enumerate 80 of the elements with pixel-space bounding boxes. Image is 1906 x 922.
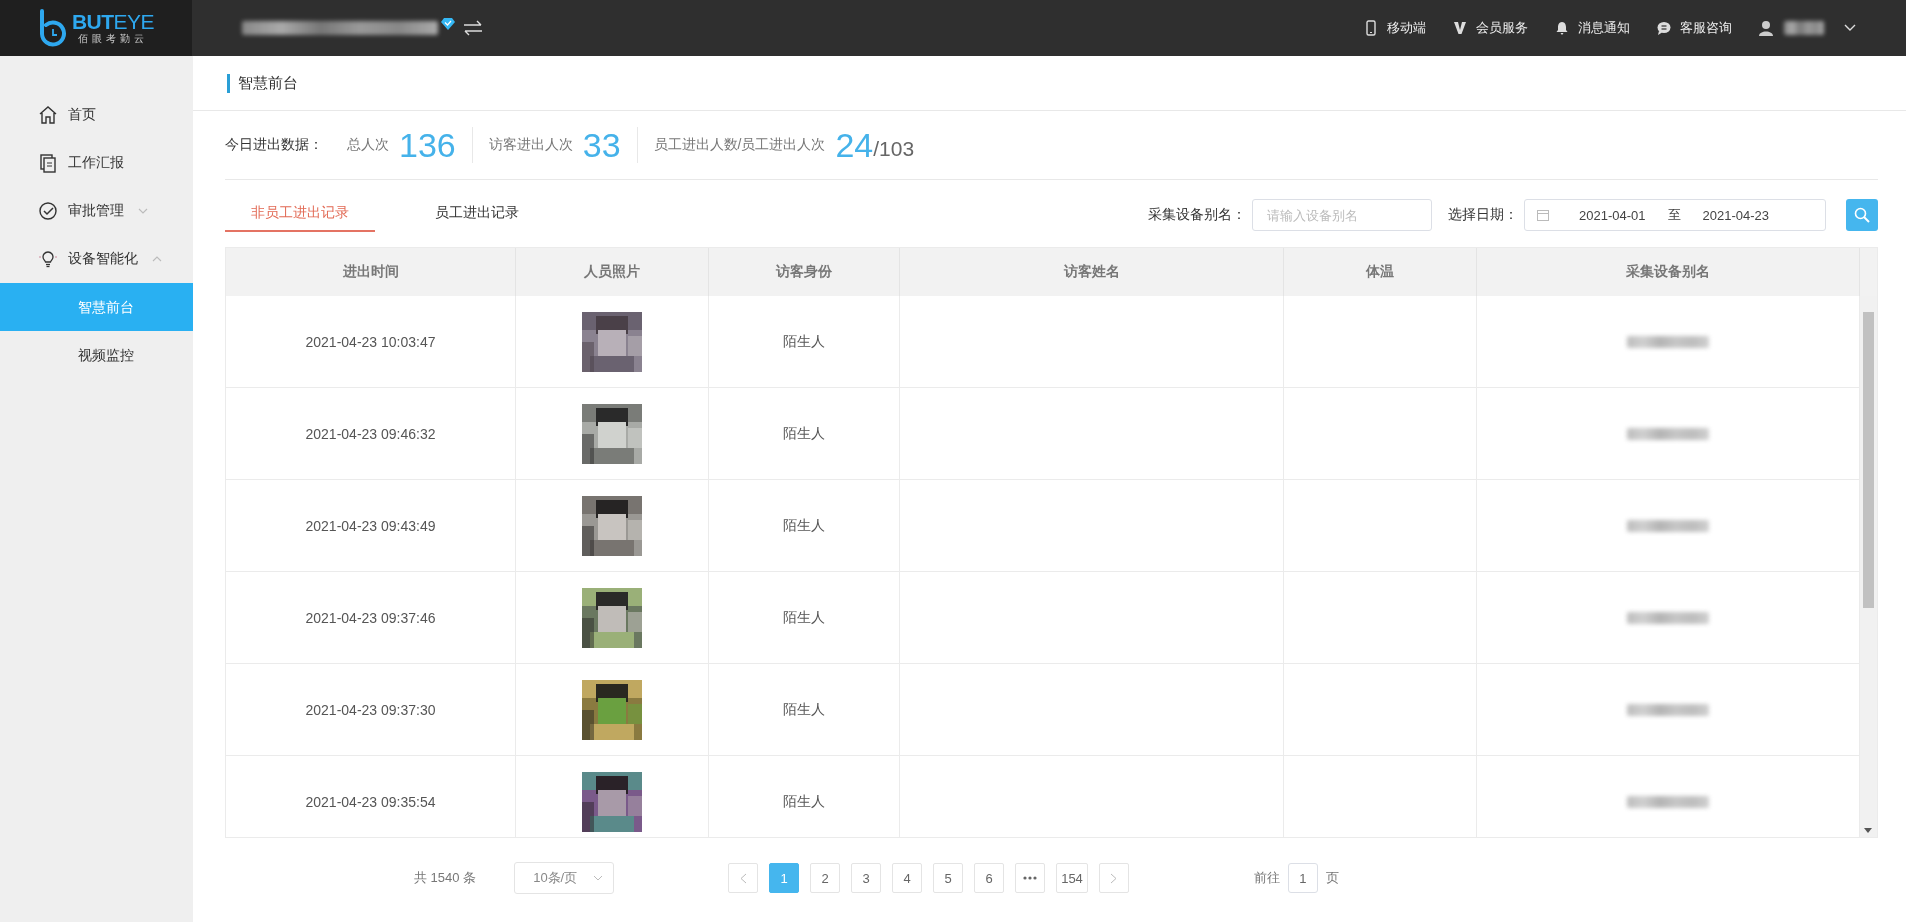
logo-icon: [37, 9, 68, 47]
table-cell: 2021-04-23 09:43:49: [226, 480, 516, 571]
table-cell: 2021-04-23 10:03:47: [226, 296, 516, 387]
page-button[interactable]: 2: [810, 863, 841, 893]
table-cell: 2021-04-23 09:37:46: [226, 572, 516, 663]
sidebar-item[interactable]: 工作汇报: [0, 139, 193, 187]
column-header: 访客姓名: [900, 248, 1284, 296]
logo-tagline: 佰眼考勤云: [78, 33, 148, 45]
stat-label: 总人次: [347, 136, 389, 154]
document-icon: [38, 153, 58, 173]
stats-label: 今日进出数据：: [225, 136, 323, 154]
chat-bubble-icon: [1656, 20, 1672, 36]
page-number-field[interactable]: 1: [1287, 863, 1318, 893]
stat-label: 员工进出人数/员工进出人次: [653, 136, 826, 154]
sidebar-item[interactable]: 首页: [0, 91, 193, 139]
check-circle-icon: [38, 201, 58, 221]
table-cell: 陌生人: [709, 664, 900, 755]
column-header: 体温: [1284, 248, 1477, 296]
phone-icon: [1363, 20, 1379, 36]
sidebar-item[interactable]: 审批管理: [0, 187, 193, 235]
nav-link[interactable]: 移动端: [1363, 19, 1426, 37]
bell-icon: [1554, 20, 1570, 36]
table-cell: 陌生人: [709, 756, 900, 837]
nav-link[interactable]: 消息通知: [1554, 19, 1630, 37]
search-icon: [1854, 207, 1870, 223]
sidebar-item[interactable]: 设备智能化: [0, 235, 193, 283]
date-range-field[interactable]: 2021-04-01 至 2021-04-23: [1524, 199, 1826, 231]
device-alias-label: 采集设备别名：: [1148, 206, 1246, 224]
column-header: 进出时间: [226, 248, 516, 296]
device-alias-field[interactable]: 请输入设备别名: [1252, 199, 1432, 231]
stat-label: 访客进出人次: [488, 136, 573, 154]
table-cell: 2021-04-23 09:37:30: [226, 664, 516, 755]
blurred-user-name: [1784, 21, 1824, 35]
stat-value: 33: [582, 125, 621, 165]
total-count: 共 1540 条: [414, 869, 477, 887]
chevron-left-icon: [739, 872, 747, 884]
search-button[interactable]: [1846, 199, 1878, 231]
column-header: 采集设备别名: [1477, 248, 1860, 296]
page-button[interactable]: 3: [851, 863, 882, 893]
more-pages-button[interactable]: [1015, 863, 1046, 893]
previous-page-button[interactable]: [728, 863, 759, 893]
page-size-select[interactable]: 10条/页: [514, 862, 615, 894]
diamond-icon: [441, 18, 455, 30]
scrollbar[interactable]: [1860, 296, 1877, 837]
user-icon[interactable]: [1758, 20, 1774, 36]
stat-total: /103: [873, 137, 915, 162]
table-cell: 陌生人: [709, 572, 900, 663]
lightbulb-icon: [38, 249, 58, 269]
page-button[interactable]: 5: [933, 863, 964, 893]
logo-name: BUTEYE: [71, 11, 155, 33]
calendar-icon: [1537, 209, 1549, 221]
table-cell: 陌生人: [709, 388, 900, 479]
date-label: 选择日期：: [1448, 206, 1518, 224]
page-button[interactable]: 4: [892, 863, 923, 893]
table-cell: 陌生人: [709, 480, 900, 571]
table-cell: 陌生人: [709, 296, 900, 387]
table-cell: 2021-04-23 09:35:54: [226, 756, 516, 837]
column-header: 人员照片: [516, 248, 709, 296]
page-title: 智慧前台: [238, 73, 298, 93]
stat-value: 136: [399, 125, 456, 165]
sidebar-subitem[interactable]: 视频监控: [0, 331, 193, 379]
goto-label: 前往: [1253, 869, 1280, 887]
swap-icon[interactable]: [463, 20, 483, 36]
next-page-button[interactable]: [1098, 863, 1129, 893]
column-header: 访客身份: [709, 248, 900, 296]
v-letter-icon: [1452, 20, 1468, 36]
scroll-down-icon[interactable]: [1864, 828, 1872, 833]
nav-link[interactable]: 客服咨询: [1656, 19, 1732, 37]
ellipsis-icon: [1023, 876, 1038, 880]
chevron-right-icon: [1110, 872, 1118, 884]
tab[interactable]: 员工进出记录: [409, 198, 545, 232]
page-button[interactable]: 154: [1056, 863, 1088, 893]
goto-suffix: 页: [1325, 869, 1339, 887]
chevron-down-icon: [593, 875, 604, 881]
page-button[interactable]: 6: [974, 863, 1005, 893]
nav-link[interactable]: 会员服务: [1452, 19, 1528, 37]
stat-value: 24: [835, 125, 874, 165]
house-icon: [38, 105, 58, 125]
chevron-down-icon[interactable]: [1844, 24, 1856, 32]
table-cell: 2021-04-23 09:46:32: [226, 388, 516, 479]
